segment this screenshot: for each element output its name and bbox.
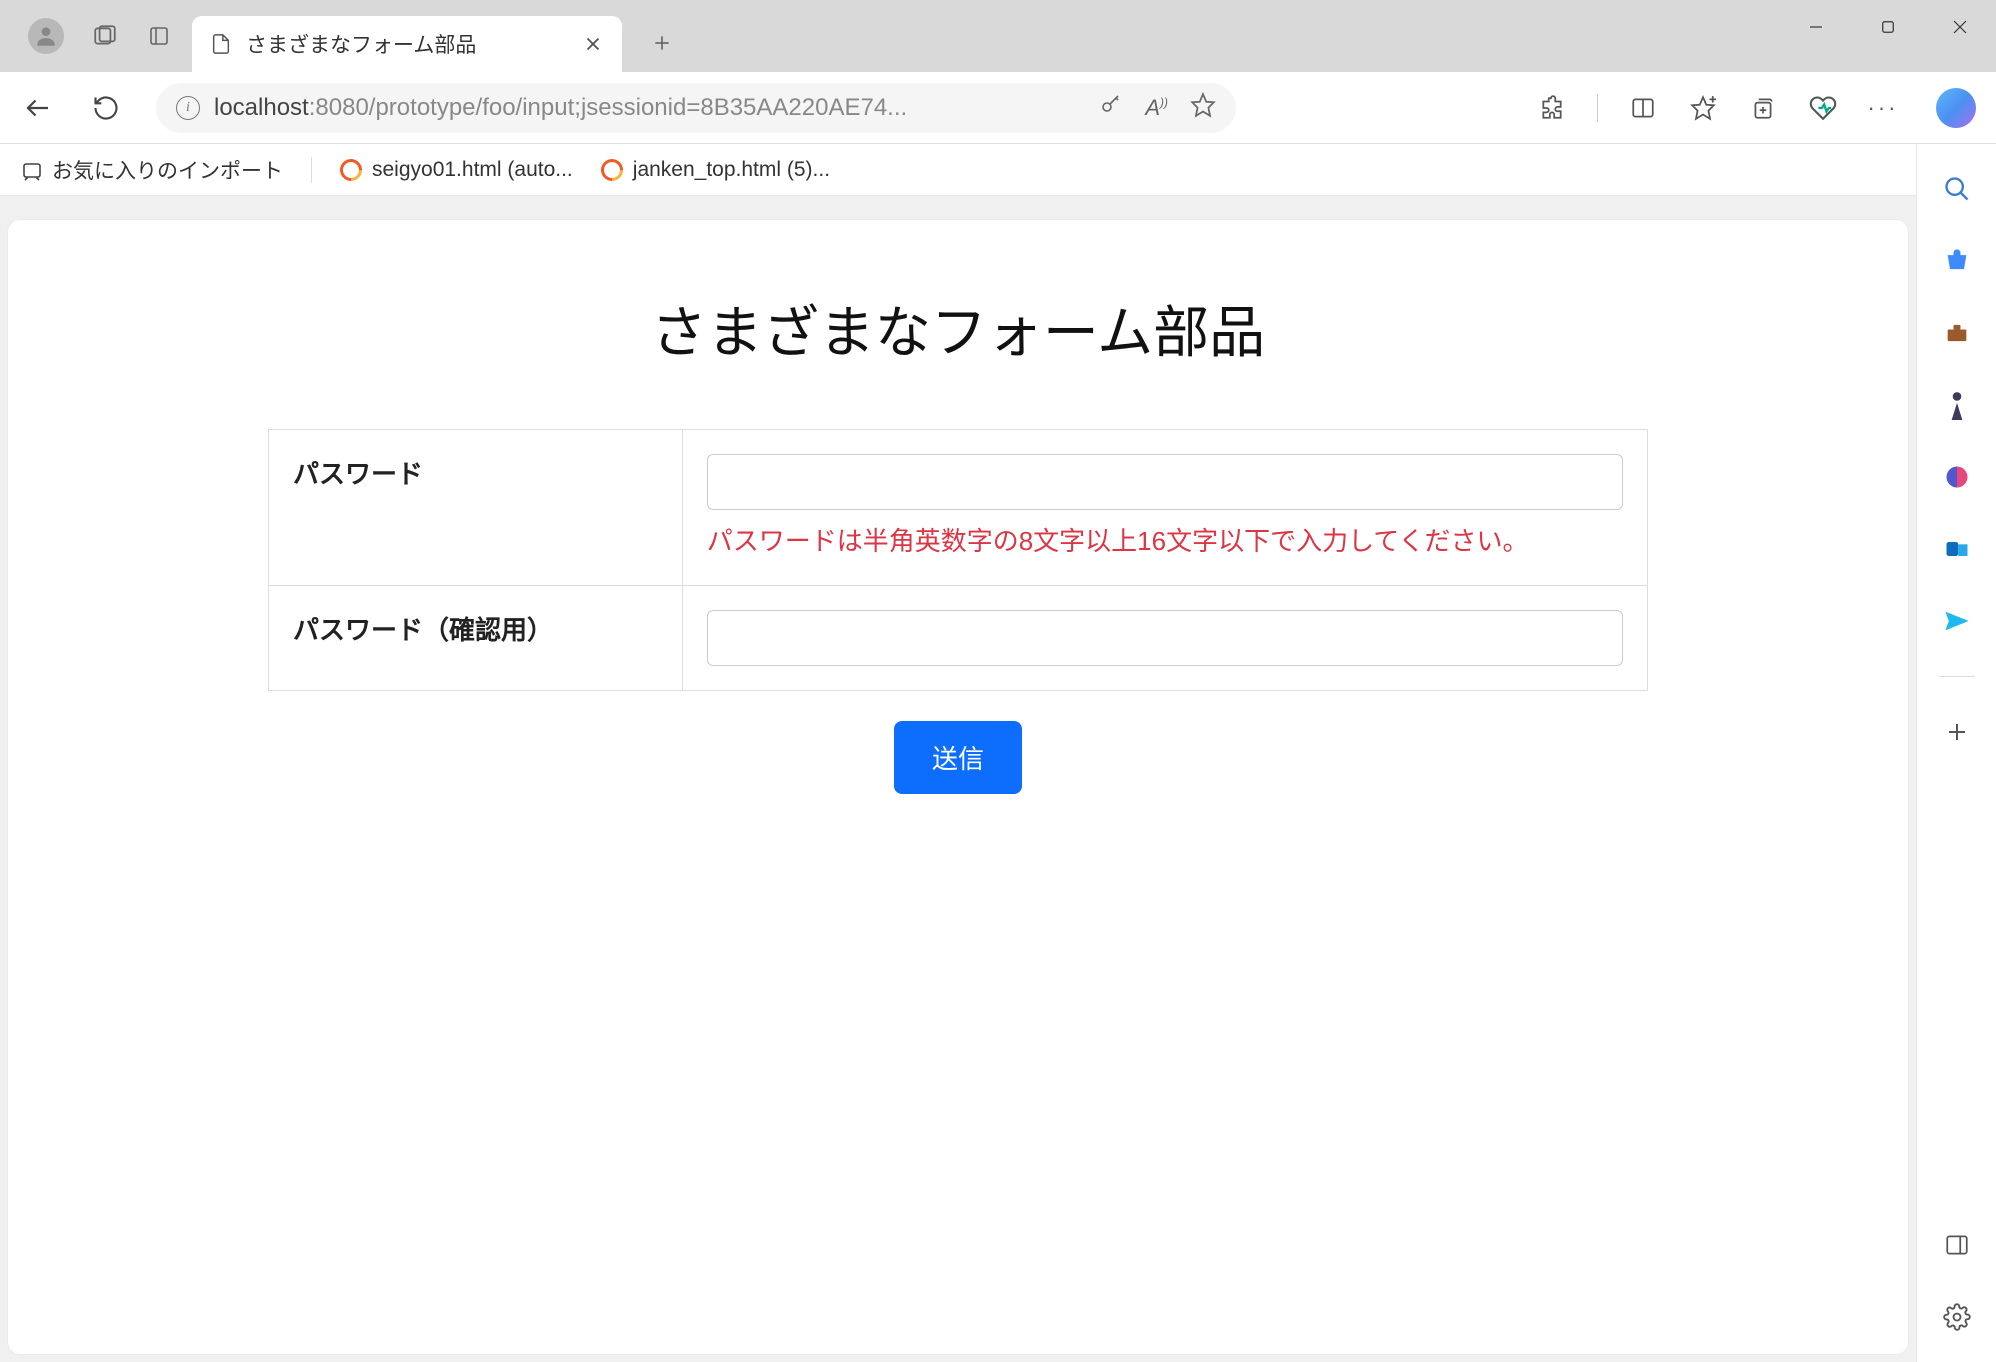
titlebar-left	[0, 18, 172, 54]
page-title: さまざまなフォーム部品	[268, 288, 1648, 369]
close-window-button[interactable]	[1924, 0, 1996, 54]
tab-actions-icon[interactable]	[146, 23, 172, 49]
tab-close-button[interactable]	[582, 33, 604, 55]
add-icon[interactable]	[1940, 715, 1974, 749]
search-icon[interactable]	[1940, 172, 1974, 206]
import-favorites-button[interactable]: お気に入りのインポート	[20, 155, 283, 185]
password-error-message: パスワードは半角英数字の8文字以上16文字以下で入力してください。	[707, 522, 1623, 561]
collections-icon[interactable]	[1748, 93, 1778, 123]
shopping-icon[interactable]	[1940, 244, 1974, 278]
separator	[1597, 94, 1598, 122]
extensions-icon[interactable]	[1537, 93, 1567, 123]
outlook-icon[interactable]	[1940, 532, 1974, 566]
send-icon[interactable]	[1940, 604, 1974, 638]
bookmarks-bar: お気に入りのインポート seigyo01.html (auto... janke…	[0, 144, 1996, 196]
page: さまざまなフォーム部品 パスワード パスワードは半角英数字の8文字以上16文字以…	[8, 220, 1908, 1354]
browser-toolbar: i localhost:8080/prototype/foo/input;jse…	[0, 72, 1996, 144]
password-confirm-label: パスワード（確認用）	[269, 586, 683, 691]
password-label: パスワード	[269, 430, 683, 586]
split-screen-icon[interactable]	[1628, 93, 1658, 123]
page-icon	[210, 33, 232, 55]
tools-icon[interactable]	[1940, 316, 1974, 350]
profile-icon[interactable]	[28, 18, 64, 54]
back-button[interactable]	[20, 90, 56, 126]
url-text: localhost:8080/prototype/foo/input;jsess…	[214, 94, 1085, 122]
minimize-button[interactable]	[1780, 0, 1852, 54]
settings-icon[interactable]	[1940, 1300, 1974, 1334]
bookmark-seigyo01[interactable]: seigyo01.html (auto...	[340, 158, 573, 182]
refresh-button[interactable]	[88, 90, 124, 126]
bookmark-label: seigyo01.html (auto...	[372, 158, 573, 182]
workspaces-icon[interactable]	[92, 23, 118, 49]
bookmark-label: janken_top.html (5)...	[633, 158, 830, 182]
content-area: さまざまなフォーム部品 パスワード パスワードは半角英数字の8文字以上16文字以…	[0, 196, 1916, 1362]
separator	[311, 157, 312, 183]
tab-title: さまざまなフォーム部品	[246, 29, 568, 59]
window-controls	[1780, 0, 1996, 54]
games-icon[interactable]	[1940, 388, 1974, 422]
maximize-button[interactable]	[1852, 0, 1924, 54]
password-confirm-input[interactable]	[707, 610, 1623, 666]
site-info-icon[interactable]: i	[176, 96, 200, 120]
hide-sidebar-icon[interactable]	[1940, 1228, 1974, 1262]
password-input[interactable]	[707, 454, 1623, 510]
favorites-icon[interactable]	[1688, 93, 1718, 123]
favorite-star-icon[interactable]	[1190, 92, 1216, 123]
password-icon[interactable]	[1099, 93, 1123, 122]
form-table: パスワード パスワードは半角英数字の8文字以上16文字以下で入力してください。 …	[268, 429, 1648, 691]
address-bar[interactable]: i localhost:8080/prototype/foo/input;jse…	[156, 83, 1236, 133]
new-tab-button[interactable]	[640, 21, 684, 65]
read-aloud-icon[interactable]: A))	[1145, 95, 1168, 121]
submit-button[interactable]: 送信	[894, 721, 1022, 794]
separator	[1939, 676, 1975, 677]
password-row: パスワード パスワードは半角英数字の8文字以上16文字以下で入力してください。	[269, 430, 1648, 586]
favicon-icon	[335, 154, 366, 185]
import-favorites-label: お気に入りのインポート	[52, 155, 283, 185]
copilot-icon[interactable]	[1936, 88, 1976, 128]
performance-icon[interactable]	[1808, 93, 1838, 123]
office-icon[interactable]	[1940, 460, 1974, 494]
favicon-icon	[596, 154, 627, 185]
edge-sidebar	[1916, 144, 1996, 1362]
url-actions: A))	[1099, 92, 1216, 123]
browser-tab[interactable]: さまざまなフォーム部品	[192, 16, 622, 72]
menu-icon[interactable]: ···	[1868, 93, 1898, 123]
bookmark-janken-top[interactable]: janken_top.html (5)...	[601, 158, 830, 182]
toolbar-actions: ···	[1537, 88, 1976, 128]
import-icon	[20, 159, 42, 181]
window-titlebar: さまざまなフォーム部品	[0, 0, 1996, 72]
password-confirm-row: パスワード（確認用）	[269, 586, 1648, 691]
